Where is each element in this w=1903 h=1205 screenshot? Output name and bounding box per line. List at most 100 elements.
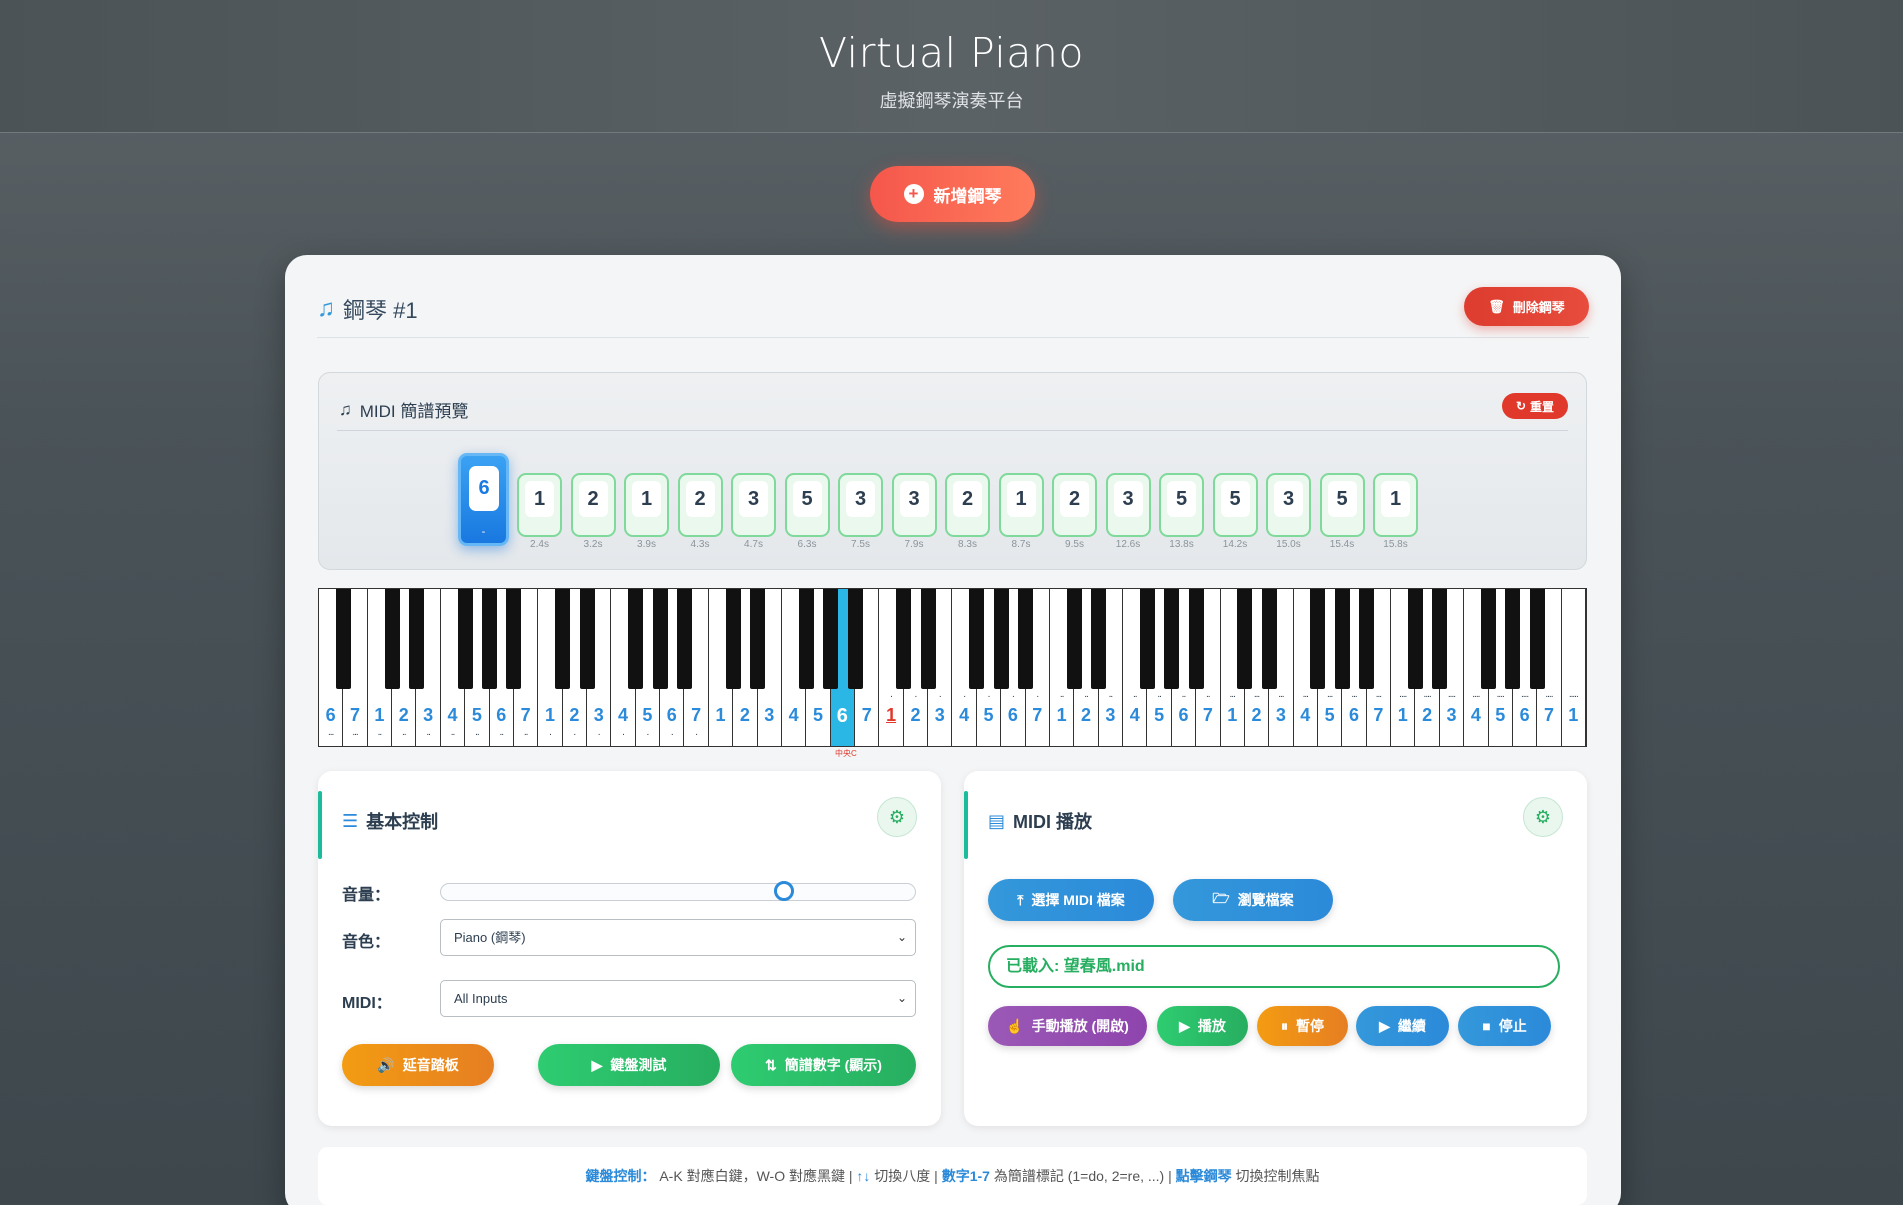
key-number: 3 [764, 705, 775, 725]
delete-piano-button[interactable]: 🗑 刪除鋼琴 [1464, 287, 1589, 326]
note-tile[interactable]: 1 3.9s [624, 473, 669, 550]
black-key[interactable] [847, 589, 863, 689]
black-key[interactable] [1188, 589, 1204, 689]
black-key[interactable] [993, 589, 1009, 689]
note-tile[interactable]: 2 8.3s [945, 473, 990, 550]
black-key[interactable] [1505, 589, 1521, 689]
volume-slider-thumb[interactable] [773, 881, 794, 901]
black-key[interactable] [920, 589, 936, 689]
black-key[interactable] [1529, 589, 1545, 689]
note-tile[interactable]: 3 7.5s [838, 473, 883, 550]
note-tile[interactable]: 2 3.2s [570, 473, 616, 550]
midi-play-title: ▤ MIDI 播放 [988, 808, 1092, 834]
black-key[interactable] [579, 589, 595, 689]
black-key[interactable] [969, 589, 985, 689]
note-tile[interactable]: 5 6.3s [784, 473, 830, 550]
note-tile[interactable]: 2 9.5s [1052, 473, 1097, 550]
black-key[interactable] [628, 589, 644, 689]
white-key[interactable]: 1..... [1561, 589, 1586, 746]
key-number: 5 [1154, 705, 1165, 725]
manual-play-label: 手動播放 (開啟) [1031, 1018, 1129, 1034]
piano-title-text: 鋼琴 #1 [343, 298, 418, 323]
choose-midi-button[interactable]: ⤒ 選擇 MIDI 檔案 [988, 879, 1154, 921]
black-key[interactable] [1237, 589, 1253, 689]
note-tile[interactable]: 1 8.7s [998, 473, 1044, 550]
note-tile[interactable]: 5 15.4s [1319, 473, 1365, 550]
black-key[interactable] [1310, 589, 1326, 689]
black-key[interactable] [335, 589, 351, 689]
black-key[interactable] [408, 589, 424, 689]
key-number: 4 [959, 705, 970, 725]
notation-toggle-button[interactable]: ⇅ 簡譜數字 (顯示) [731, 1044, 916, 1086]
black-key[interactable] [1359, 589, 1375, 689]
black-key[interactable] [1407, 589, 1423, 689]
note-tile[interactable]: 5 14.2s [1212, 473, 1258, 550]
black-key[interactable] [506, 589, 522, 689]
piano-keyboard[interactable]: 6... 7... 1.. 2.. 3.. 4.. 5.. 6.. 7.. 1. 2. 3. 4. 5. 6… [318, 588, 1587, 747]
note-tile[interactable]: 3 4.7s [731, 473, 776, 550]
choose-midi-label: 選擇 MIDI 檔案 [1031, 892, 1125, 908]
key-number: 1 [886, 705, 897, 725]
note-number: 1 [1381, 481, 1410, 517]
piano-card[interactable]: ♫ 鋼琴 #1 🗑 刪除鋼琴 ♫ MIDI 簡譜預覽 ↻ 重置 6 - 1 2.4… [285, 255, 1621, 1205]
black-key[interactable] [750, 589, 766, 689]
note-number: 3 [846, 481, 875, 517]
octave-dots: ... [352, 727, 358, 738]
octave-dots: . [646, 727, 650, 738]
black-key[interactable] [1139, 589, 1155, 689]
resume-button[interactable]: ▶ 繼續 [1356, 1006, 1449, 1046]
key-number: 7 [1373, 705, 1384, 725]
sustain-pedal-button[interactable]: 🔊 延音踏板 [342, 1044, 494, 1086]
pause-button[interactable]: ⏸ 暫停 [1257, 1006, 1348, 1046]
black-key[interactable] [1091, 589, 1107, 689]
black-key[interactable] [482, 589, 498, 689]
black-key[interactable] [457, 589, 473, 689]
black-key[interactable] [555, 589, 571, 689]
active-note-tile[interactable]: 6 - [458, 453, 509, 546]
black-key[interactable] [1164, 589, 1180, 689]
black-key[interactable] [1066, 589, 1082, 689]
octave-dots: .... [1399, 689, 1407, 700]
note-tile[interactable]: 1 2.4s [517, 473, 562, 550]
note-tile[interactable]: 3 15.0s [1266, 473, 1311, 550]
black-key[interactable] [1334, 589, 1350, 689]
note-tile[interactable]: 2 4.3s [677, 473, 723, 550]
note-tile[interactable]: 3 12.6s [1105, 473, 1151, 550]
black-key[interactable] [896, 589, 912, 689]
black-key[interactable] [676, 589, 692, 689]
midi-input-select[interactable]: All Inputs ⌄ [440, 980, 916, 1017]
browse-files-button[interactable]: 🗁 瀏覽檔案 [1173, 879, 1333, 921]
timbre-select[interactable]: Piano (鋼琴) ⌄ [440, 919, 916, 956]
app-title: Virtual Piano [819, 29, 1084, 77]
note-tile[interactable]: 5 13.8s [1159, 473, 1204, 550]
black-key[interactable] [823, 589, 839, 689]
black-key[interactable] [725, 589, 741, 689]
add-piano-button[interactable]: + 新增鋼琴 [870, 166, 1035, 222]
keyboard-test-button[interactable]: ▶ 鍵盤測試 [538, 1044, 720, 1086]
note-tile[interactable]: 3 7.9s [891, 473, 937, 550]
black-key[interactable] [652, 589, 668, 689]
hint-text: 切換八度 | [870, 1168, 942, 1184]
black-key[interactable] [384, 589, 400, 689]
stop-button[interactable]: ■ 停止 [1458, 1006, 1551, 1046]
octave-dots: ... [1229, 689, 1236, 700]
gear-icon[interactable]: ⚙ [877, 797, 917, 837]
reset-button[interactable]: ↻ 重置 [1502, 393, 1568, 419]
gear-icon[interactable]: ⚙ [1523, 797, 1563, 837]
key-number: 7 [861, 705, 872, 725]
black-key[interactable] [1432, 589, 1448, 689]
pause-icon: ⏸ [1281, 1017, 1288, 1034]
play-button[interactable]: ▶ 播放 [1157, 1006, 1248, 1046]
manual-play-button[interactable]: ☝ 手動播放 (開啟) [988, 1006, 1147, 1046]
keyboard-test-label: 鍵盤測試 [610, 1057, 667, 1073]
black-key[interactable] [1261, 589, 1277, 689]
octave-dots: ... [1302, 689, 1309, 700]
note-tile[interactable]: 1 15.8s [1373, 473, 1418, 550]
octave-dots: .. [1181, 689, 1187, 700]
black-key[interactable] [798, 589, 814, 689]
note-time: 12.6s [1115, 539, 1141, 550]
note-time: 3.9s [637, 539, 656, 550]
volume-slider[interactable] [440, 881, 916, 901]
black-key[interactable] [1481, 589, 1497, 689]
black-key[interactable] [1018, 589, 1034, 689]
